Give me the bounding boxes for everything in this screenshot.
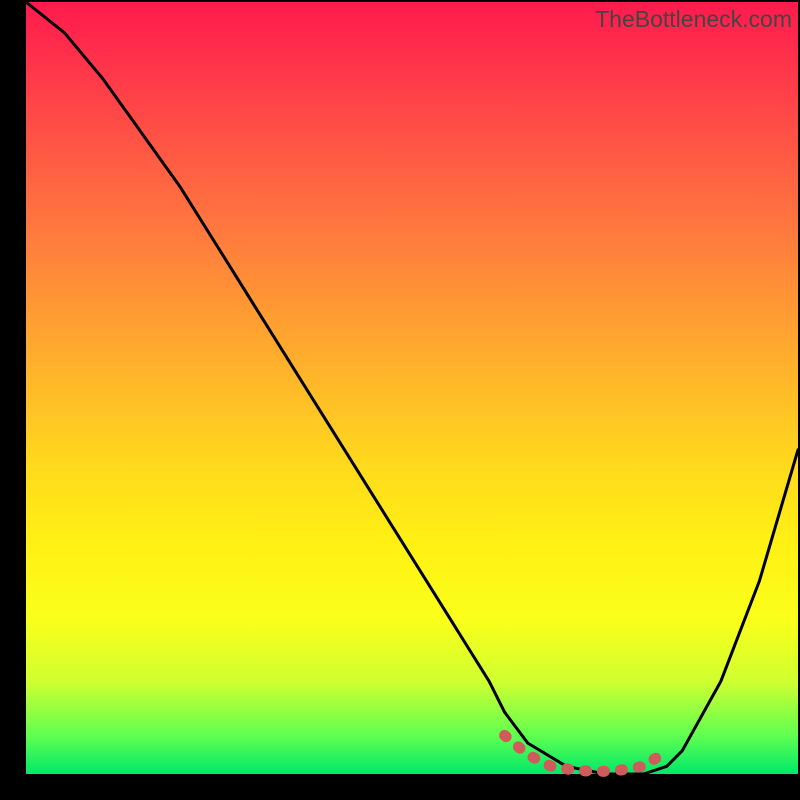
chart-plot-area: TheBottleneck.com [26, 2, 798, 774]
chart-svg [26, 2, 798, 774]
optimal-range-marker-path [505, 735, 667, 771]
bottleneck-curve-path [26, 2, 798, 774]
